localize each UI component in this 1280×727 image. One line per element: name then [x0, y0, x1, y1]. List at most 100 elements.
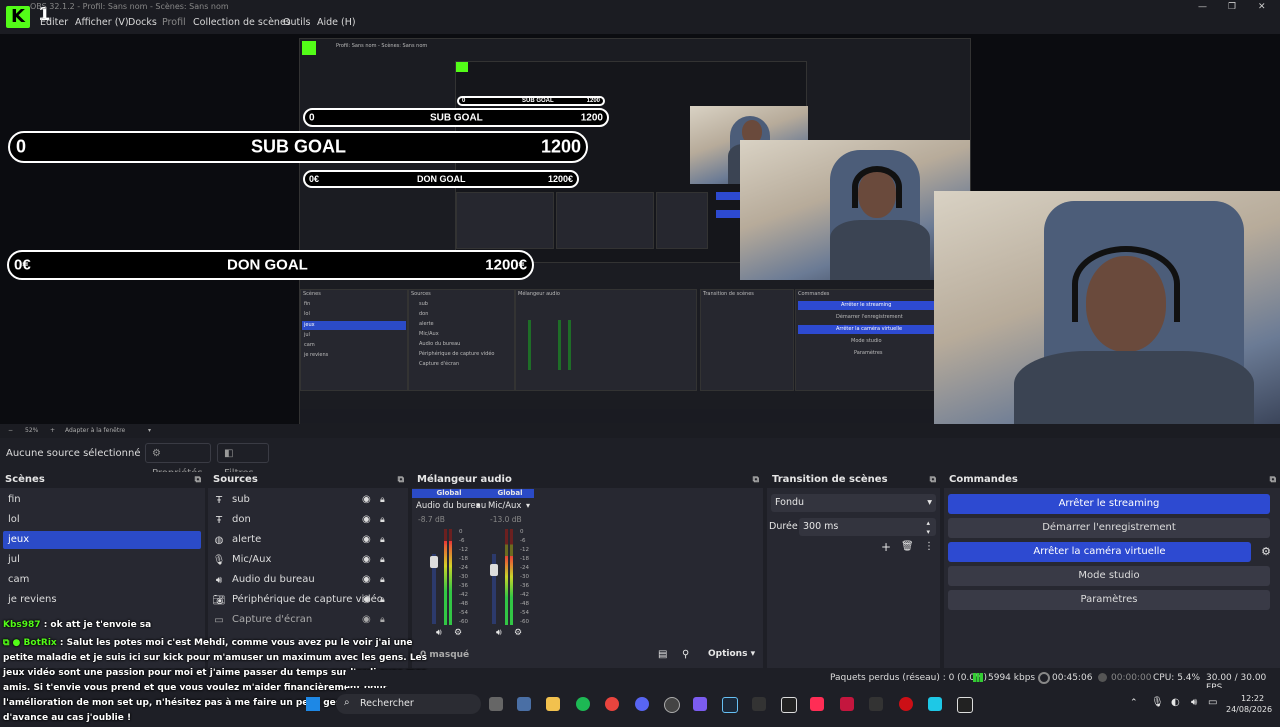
menu-edit[interactable]: Éditer — [40, 17, 68, 28]
dock-popout-icon[interactable]: ⧉ — [1270, 472, 1276, 488]
tiktok-icon[interactable] — [810, 697, 824, 711]
channel-2-fader-handle[interactable] — [490, 564, 498, 576]
dock-popout-icon[interactable]: ⧉ — [753, 472, 759, 488]
app-icon[interactable] — [928, 697, 942, 711]
task-view-icon[interactable] — [489, 697, 503, 711]
dock-popout-icon[interactable]: ⧉ — [195, 472, 201, 488]
lock-icon[interactable]: 🔒︎ — [380, 571, 385, 589]
visibility-eye-icon[interactable]: ◉ — [362, 531, 371, 549]
link-icon[interactable]: ⚲ — [682, 649, 689, 660]
opera-icon[interactable] — [899, 697, 913, 711]
fit-window-select[interactable]: Adapter à la fenêtre — [65, 427, 125, 434]
mixer-layout-icon[interactable]: ▤ — [658, 649, 667, 660]
scene-item-lol[interactable]: lol — [3, 511, 201, 529]
visibility-eye-icon[interactable]: ◉ — [362, 551, 371, 569]
channel-1-meter — [444, 529, 458, 625]
scene-item-jul[interactable]: jul — [3, 551, 201, 569]
properties-button[interactable]: ⚙ Propriétés — [145, 443, 211, 479]
speaker-icon[interactable]: 🔊︎ — [436, 628, 442, 638]
source-item-video-capture[interactable]: 📷︎ Périphérique de capture vidéo ◉ 🔒︎ — [212, 591, 404, 609]
chevron-down-icon[interactable]: ▾ — [476, 501, 480, 510]
network-icon[interactable]: ◐ — [1171, 697, 1180, 708]
gear-icon[interactable]: ⚙ — [1256, 542, 1276, 562]
meter-bar-level — [505, 556, 508, 625]
studio-mode-button[interactable]: Mode studio — [948, 566, 1270, 586]
mic-icon[interactable]: 🎙︎ — [1151, 697, 1164, 708]
chevron-up-icon[interactable]: ⌃ — [1130, 698, 1138, 708]
visibility-eye-icon[interactable]: ◉ — [362, 591, 371, 609]
dock-popout-icon[interactable]: ⧉ — [930, 472, 936, 488]
settings-button[interactable]: Paramètres — [948, 590, 1270, 610]
lock-icon[interactable]: 🔒︎ — [380, 551, 385, 569]
app-icon[interactable] — [752, 697, 766, 711]
chevron-down-icon[interactable]: ▾ — [926, 523, 930, 541]
dock-popout-icon[interactable]: ⧉ — [398, 472, 404, 488]
visibility-eye-icon[interactable]: ◉ — [362, 511, 371, 529]
chat-line: d'avance au cas j'oublie ! — [3, 713, 132, 723]
menu-profile[interactable]: Profil — [162, 17, 186, 28]
chevron-down-icon[interactable]: ▾ — [526, 501, 530, 510]
chevron-down-icon[interactable]: ▾ — [148, 427, 151, 434]
file-explorer-icon[interactable] — [546, 697, 560, 711]
channel-1-db: -8.7 dB — [418, 515, 445, 524]
gear-icon[interactable]: ⚙ — [514, 628, 522, 638]
speaker-icon[interactable]: 🔊︎ — [496, 628, 502, 638]
taskbar-search[interactable]: ⌕ Rechercher — [336, 694, 481, 714]
trash-icon[interactable]: 🗑︎ — [901, 541, 914, 552]
chrome-icon[interactable] — [605, 697, 619, 711]
windows-start-icon[interactable] — [306, 697, 320, 711]
visibility-eye-icon[interactable]: ◉ — [362, 571, 371, 589]
discord-icon[interactable] — [635, 697, 649, 711]
gear-icon[interactable]: ⚙ — [454, 628, 462, 638]
options-button[interactable]: Options ▾ — [708, 649, 755, 659]
source-item-mic-aux[interactable]: 🎙︎ Mic/Aux ◉ 🔒︎ — [212, 551, 404, 569]
settings-app-icon[interactable] — [517, 697, 531, 711]
more-options-icon[interactable]: ⋮ — [924, 541, 934, 552]
obs-icon[interactable] — [664, 697, 680, 713]
channel-2-device[interactable]: Mic/Aux — [488, 501, 521, 511]
steam-icon[interactable] — [722, 697, 738, 713]
lock-icon[interactable]: 🔒︎ — [380, 591, 385, 609]
menu-scene-collection[interactable]: Collection de scènes — [193, 17, 291, 28]
zoom-out-icon[interactable]: − — [8, 427, 13, 434]
start-recording-button[interactable]: Démarrer l'enregistrement — [948, 518, 1270, 538]
zoom-in-icon[interactable]: + — [50, 427, 55, 434]
close-icon[interactable]: ✕ — [1258, 2, 1266, 12]
transition-select[interactable]: Fondu ▾ — [771, 494, 936, 512]
source-item-desktop-audio[interactable]: 🔊︎ Audio du bureau ◉ 🔒︎ — [212, 571, 404, 589]
visibility-eye-icon[interactable]: ◉ — [362, 491, 371, 509]
add-transition-icon[interactable]: + — [881, 540, 891, 554]
app-icon[interactable] — [840, 697, 854, 711]
source-item-alerte[interactable]: ◍ alerte ◉ 🔒︎ — [212, 531, 404, 549]
program-preview[interactable]: Profil: Sans nom - Scènes: Sans nom Scèn… — [0, 34, 1280, 424]
lock-icon[interactable]: 🔒︎ — [380, 491, 385, 509]
lock-icon[interactable]: 🔒︎ — [380, 531, 385, 549]
maximize-icon[interactable]: ❐ — [1228, 2, 1236, 12]
source-item-don[interactable]: Ŧ don ◉ 🔒︎ — [212, 511, 404, 529]
stop-virtual-camera-button[interactable]: Arrêter la caméra virtuelle — [948, 542, 1251, 562]
volume-icon[interactable]: 🔊︎ — [1191, 697, 1197, 708]
app-icon[interactable] — [869, 697, 883, 711]
minimize-icon[interactable]: — — [1198, 2, 1207, 12]
visibility-eye-icon[interactable]: ◉ — [362, 611, 371, 629]
menu-help[interactable]: Aide (H) — [317, 17, 356, 28]
menu-tools[interactable]: Outils — [283, 17, 310, 28]
battery-icon[interactable]: ▭ — [1208, 697, 1217, 708]
lock-icon[interactable]: 🔒︎ — [380, 511, 385, 529]
menu-docks[interactable]: Docks — [128, 17, 157, 28]
channel-1-fader-handle[interactable] — [430, 556, 438, 568]
duration-spinbox[interactable]: 300 ms ▴ ▾ — [799, 518, 936, 536]
source-item-sub[interactable]: Ŧ sub ◉ 🔒︎ — [212, 491, 404, 509]
menu-view[interactable]: Afficher (V) — [75, 17, 129, 28]
stop-streaming-button[interactable]: Arrêter le streaming — [948, 494, 1270, 514]
scene-item-fin[interactable]: fin — [3, 491, 201, 509]
scene-item-jeux[interactable]: jeux — [3, 531, 201, 549]
scene-item-je-reviens[interactable]: je reviens — [3, 591, 201, 609]
spotify-icon[interactable] — [576, 697, 590, 711]
app-icon[interactable] — [693, 697, 707, 711]
scene-item-cam[interactable]: cam — [3, 571, 201, 589]
epic-games-icon[interactable] — [781, 697, 797, 713]
filters-button[interactable]: ◧ Filtres — [217, 443, 269, 479]
lock-icon[interactable]: 🔒︎ — [380, 611, 385, 629]
epic-games-icon[interactable] — [957, 697, 973, 713]
